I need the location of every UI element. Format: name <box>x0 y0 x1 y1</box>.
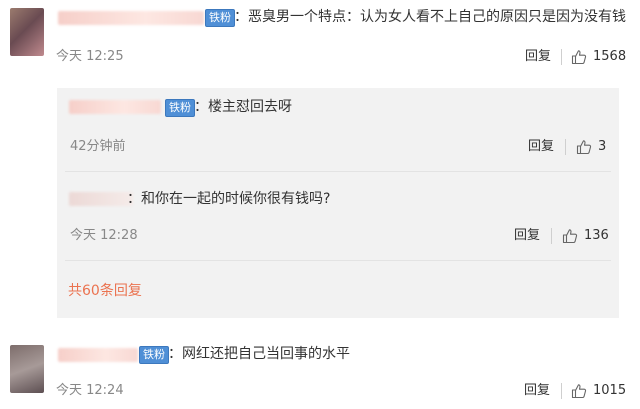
fan-badge: 铁粉 <box>139 346 169 364</box>
avatar[interactable] <box>10 345 44 393</box>
comment-time: 今天 12:24 <box>56 383 124 398</box>
reply-button[interactable]: 回复 <box>528 139 554 155</box>
username-blurred[interactable] <box>58 348 138 362</box>
action-separator <box>551 228 552 244</box>
reply-text: ：和你在一起的时候你很有钱吗? <box>127 191 331 207</box>
thumbs-up-icon <box>571 384 587 399</box>
divider <box>65 260 611 261</box>
like-button[interactable]: 136 <box>562 227 609 245</box>
like-button[interactable]: 3 <box>576 138 606 156</box>
username-blurred[interactable] <box>69 100 161 114</box>
like-count: 3 <box>598 139 607 154</box>
comment-time: 今天 12:25 <box>56 49 124 64</box>
username-blurred[interactable] <box>58 11 204 25</box>
thumbs-up-icon <box>571 50 587 65</box>
thumbs-up-icon <box>576 140 592 155</box>
divider <box>65 171 611 172</box>
fan-badge: 铁粉 <box>205 9 235 27</box>
reply-button[interactable]: 回复 <box>514 228 540 244</box>
reply-button[interactable]: 回复 <box>524 383 550 399</box>
sub-reply-box: 铁粉 ：楼主怼回去呀 42分钟前 回复 3 ：和你在一起的时候你很有钱吗? 今天… <box>57 88 619 318</box>
action-separator <box>565 139 566 155</box>
comment-text: ：网红还把自己当回事的水平 <box>168 346 350 362</box>
reply-time: 今天 12:28 <box>70 228 138 243</box>
like-button[interactable]: 1568 <box>571 48 626 66</box>
username-blurred[interactable] <box>69 192 133 206</box>
reply-button[interactable]: 回复 <box>525 49 551 65</box>
comment-text: ：恶臭男一个特点：认为女人看不上自己的原因只是因为没有钱 <box>234 9 626 25</box>
like-count: 136 <box>584 228 609 243</box>
action-separator <box>561 383 562 399</box>
like-count: 1015 <box>593 383 627 398</box>
reply-text: ：楼主怼回去呀 <box>194 99 292 115</box>
fan-badge: 铁粉 <box>165 99 195 117</box>
like-count: 1568 <box>593 49 627 64</box>
action-separator <box>561 49 562 65</box>
avatar[interactable] <box>10 8 44 56</box>
reply-time: 42分钟前 <box>70 139 126 154</box>
like-button[interactable]: 1015 <box>571 382 626 400</box>
more-replies-link[interactable]: 共60条回复 <box>68 282 142 300</box>
thumbs-up-icon <box>562 229 578 244</box>
